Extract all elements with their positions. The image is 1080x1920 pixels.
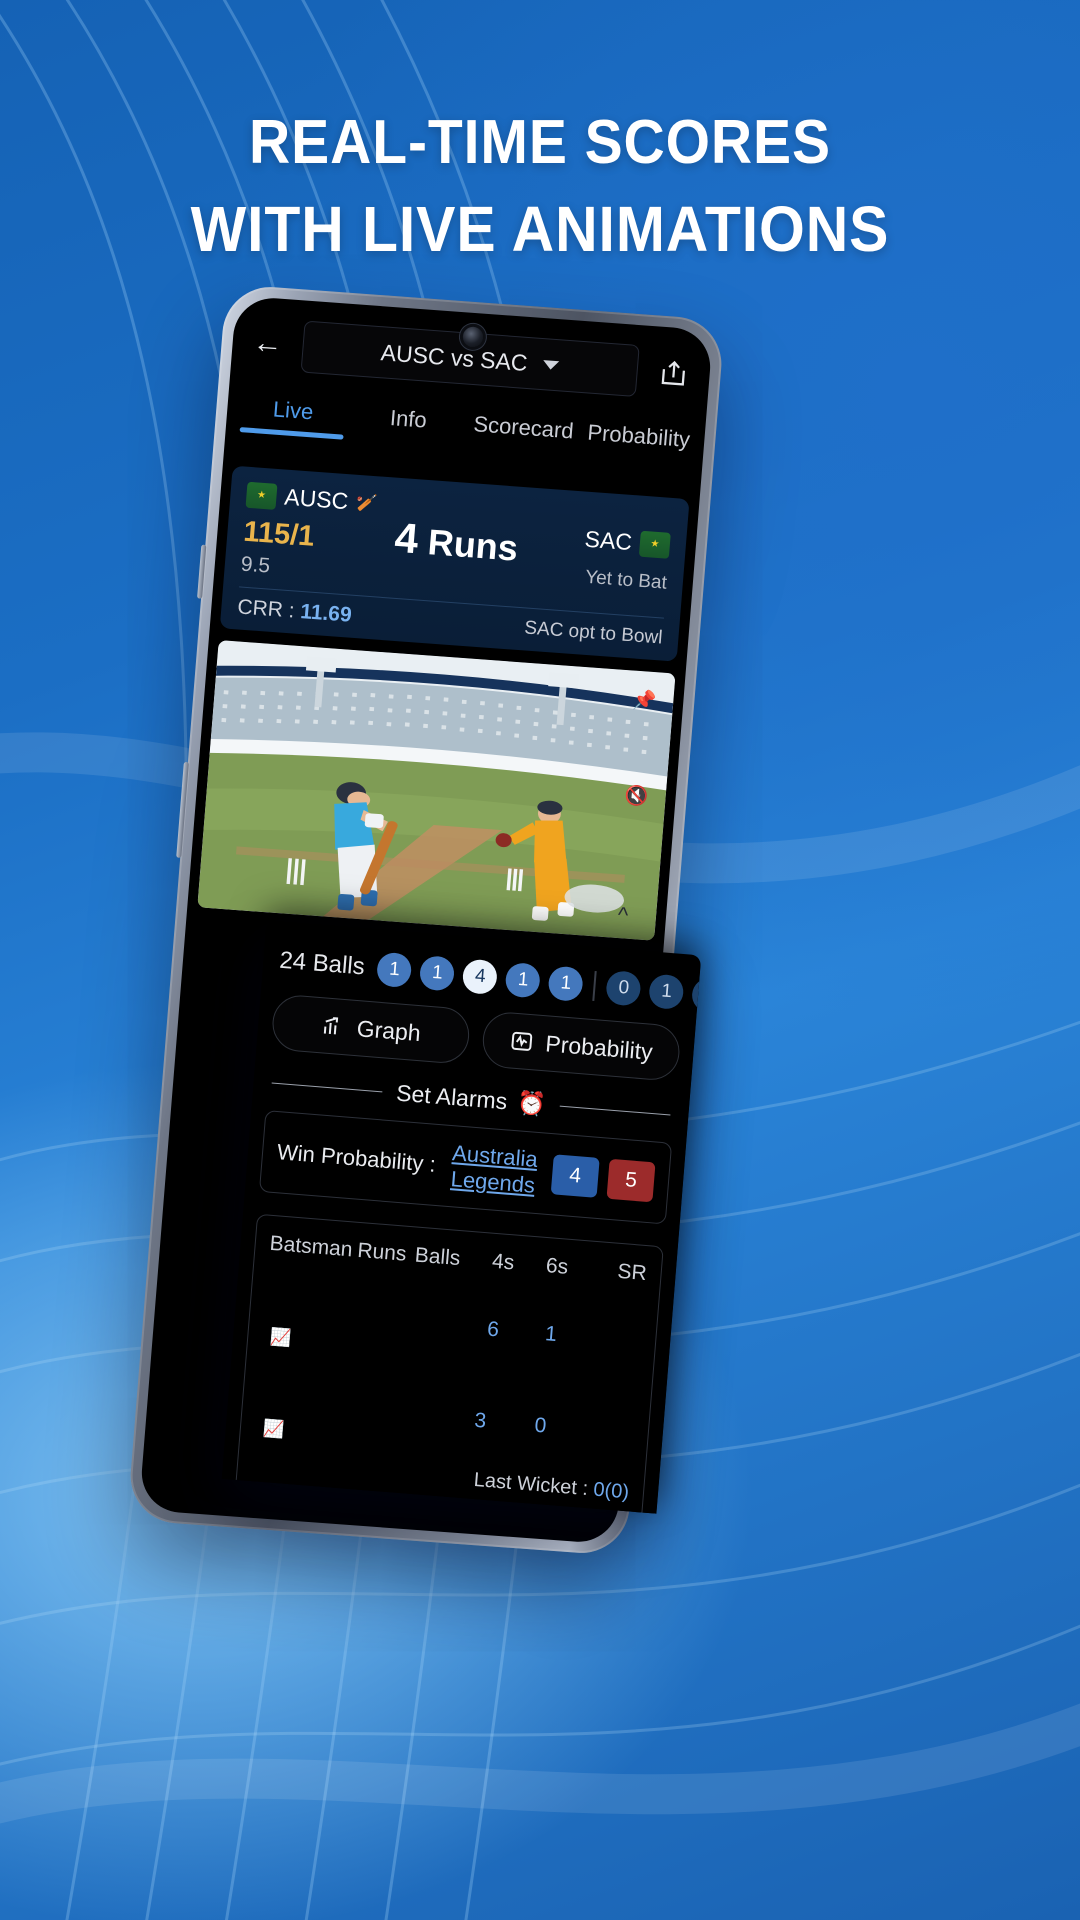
- chevron-down-icon: [543, 359, 560, 370]
- cricket-bat-icon: 🏏: [355, 492, 379, 513]
- odds-chip-blue[interactable]: 4: [550, 1154, 600, 1198]
- last-event-value: 4: [393, 513, 421, 563]
- bowling-team-name: SAC: [583, 525, 634, 556]
- bowling-team-row: SAC ★: [529, 522, 671, 559]
- live-details-sheet: 24 Balls 1 1 4 1 1 0 1 1 0 2 Graph: [221, 920, 702, 1514]
- scorecard-top: ★ AUSC 🏏 115/1 9.5 4 Runs SAC ★ Yet to B…: [240, 481, 673, 608]
- odds-chip-red[interactable]: 5: [606, 1158, 656, 1203]
- batsman-sr: 170.83: [576, 1324, 643, 1353]
- win-probability-row: Win Probability : Australia Legends 4 5: [258, 1110, 673, 1225]
- batsman-balls: 24: [416, 1311, 442, 1337]
- batting-overs: 9.5: [240, 552, 272, 578]
- balls-count-label: 24 Balls: [278, 946, 366, 981]
- batting-score: 115/1: [242, 515, 316, 553]
- divider-right: [559, 1105, 671, 1116]
- ball-previous-1[interactable]: 0: [605, 970, 643, 1007]
- bowling-team-status: Yet to Bat: [584, 566, 668, 594]
- scorecard-bottom: CRR : 11.69 SAC opt to Bowl: [237, 595, 664, 650]
- batsman-name-cell: Shaun Marsh 📈: [261, 1276, 327, 1353]
- col-fours: 4s: [491, 1249, 516, 1275]
- toss-info: SAC opt to Bowl: [523, 617, 664, 649]
- set-alarms-label-group: Set Alarms ⏰: [395, 1079, 547, 1119]
- col-sixes: 6s: [545, 1254, 570, 1279]
- over-separator: [592, 971, 598, 1002]
- batsman-name-cell: Ben Dunk 📈: [254, 1367, 309, 1443]
- pulse-icon: [511, 1031, 533, 1051]
- sheet-content: 24 Balls 1 1 4 1 1 0 1 1 0 2 Graph: [221, 930, 702, 1514]
- probability-button-label: Probability: [544, 1029, 654, 1065]
- back-arrow-icon[interactable]: ←: [247, 324, 288, 365]
- ball-previous-2[interactable]: 1: [648, 973, 685, 1011]
- alarm-clock-icon: ⏰: [516, 1089, 547, 1118]
- win-probability-label: Win Probability :: [276, 1139, 437, 1177]
- live-scorecard: ★ AUSC 🏏 115/1 9.5 4 Runs SAC ★ Yet to B…: [219, 465, 690, 662]
- batsman-table: Batsman Runs Balls 4s 6s SR Shaun Marsh …: [232, 1213, 664, 1514]
- match-title: AUSC vs SAC: [379, 338, 529, 376]
- headline: REAL-TIME SCORES WITH LIVE ANIMATIONS: [43, 100, 1037, 272]
- ball-current-1[interactable]: 1: [376, 951, 413, 989]
- col-batsman: Batsman: [268, 1231, 354, 1262]
- win-probability-team[interactable]: Australia Legends: [443, 1140, 544, 1200]
- batsman-fours: 6: [486, 1317, 500, 1342]
- graph-button[interactable]: Graph: [270, 993, 472, 1066]
- chevron-up-icon[interactable]: ^: [605, 897, 642, 933]
- last-event-label: Runs: [426, 521, 520, 569]
- ball-current-5[interactable]: 1: [547, 965, 585, 1003]
- col-balls: Balls: [413, 1243, 462, 1271]
- batsman-name: Ben Dunk: [256, 1367, 307, 1419]
- batting-team-name: AUSC: [283, 483, 350, 515]
- speaker-mute-icon[interactable]: 🔇: [618, 778, 655, 814]
- batsman-sixes: 0: [533, 1413, 548, 1438]
- live-animation-panel[interactable]: 📌 🔇 ^: [197, 640, 676, 941]
- crr-label: CRR :: [236, 595, 296, 623]
- last-event: 4 Runs: [382, 513, 530, 571]
- divider-left: [271, 1082, 383, 1093]
- batsman-stats-icon[interactable]: 📈: [270, 1327, 293, 1348]
- headline-line-2: WITH LIVE ANIMATIONS: [190, 193, 890, 265]
- ball-current-3[interactable]: 4: [461, 958, 499, 996]
- batsman-name: Shaun Marsh: [263, 1275, 328, 1328]
- ball-current-2[interactable]: 1: [419, 955, 456, 992]
- stadium-illustration: [197, 640, 676, 941]
- graph-button-label: Graph: [355, 1014, 422, 1046]
- batsman-sr: 163.64: [568, 1416, 635, 1445]
- col-runs: Runs: [356, 1238, 408, 1266]
- share-icon[interactable]: [652, 352, 695, 395]
- pin-icon[interactable]: 📌: [626, 682, 663, 718]
- batsman-fours: 3: [473, 1408, 488, 1433]
- ball-current-4[interactable]: 1: [504, 961, 542, 999]
- headline-line-1: REAL-TIME SCORES: [249, 108, 831, 177]
- crr-value: 11.69: [299, 600, 353, 627]
- bar-chart-icon: [323, 1017, 338, 1035]
- batting-team-row: ★ AUSC 🏏: [245, 481, 387, 518]
- set-alarms-label: Set Alarms: [395, 1079, 509, 1115]
- batsman-runs: 41: [358, 1307, 384, 1333]
- batsman-runs: 18: [341, 1398, 367, 1424]
- probability-button[interactable]: Probability: [480, 1010, 682, 1082]
- batsman-balls: 11: [403, 1403, 428, 1428]
- sac-team-logo-icon: ★: [638, 530, 671, 559]
- crr-block: CRR : 11.69: [237, 595, 353, 627]
- last-event-block: 4 Runs: [382, 491, 532, 571]
- batsman-stats-icon[interactable]: 📈: [262, 1419, 285, 1440]
- bowling-team-block: SAC ★ Yet to Bat: [526, 502, 673, 595]
- batsman-sixes: 1: [544, 1322, 558, 1347]
- last-wicket-value: 0(0): [592, 1478, 630, 1504]
- col-sr: SR: [616, 1259, 648, 1286]
- batting-team-block: ★ AUSC 🏏 115/1 9.5: [240, 481, 388, 587]
- ausc-team-logo-icon: ★: [245, 481, 278, 510]
